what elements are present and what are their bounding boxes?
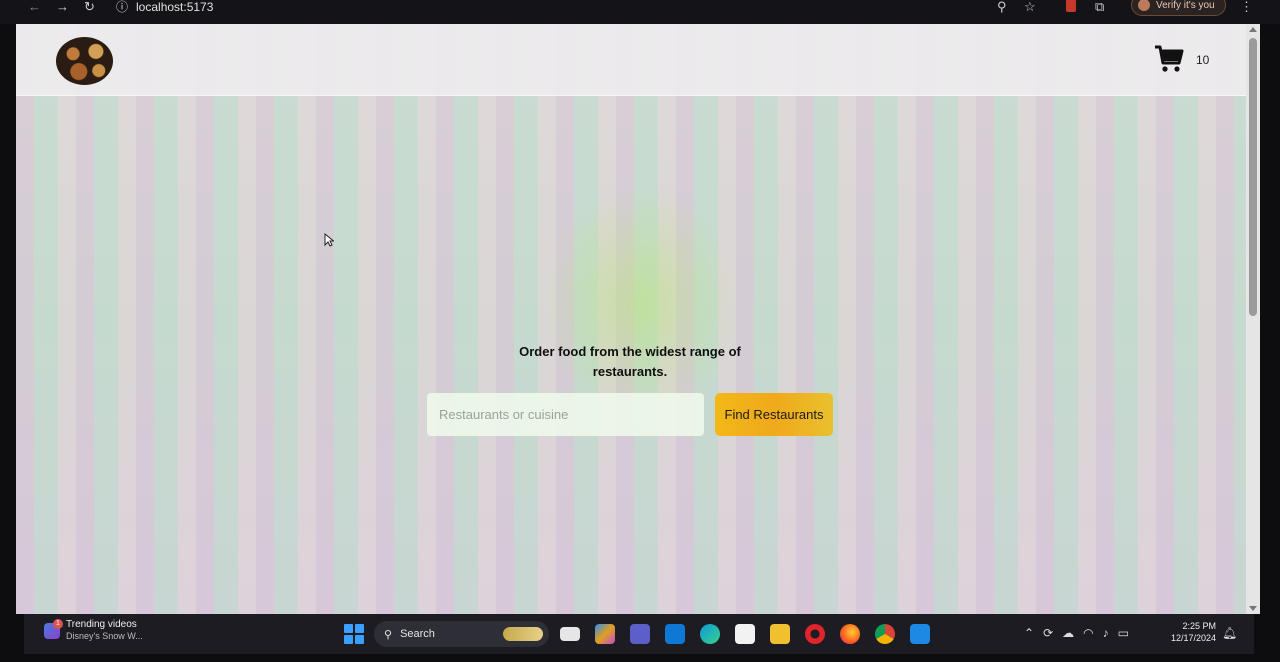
news-widget-icon: 1	[44, 618, 63, 639]
extension-icon[interactable]	[1066, 0, 1076, 12]
hero-heading: Order food from the widest range of rest…	[519, 344, 741, 379]
taskbar: 1 Trending videos Disney's Snow W... ⚲ S…	[24, 614, 1254, 654]
address-bar[interactable]: ⓘ localhost:5173	[116, 0, 213, 14]
find-restaurants-button[interactable]: Find Restaurants	[715, 393, 833, 436]
bookmark-star-icon[interactable]: ☆	[1024, 0, 1036, 14]
copilot-icon[interactable]	[595, 624, 615, 644]
verify-label: Verify it's you	[1156, 0, 1215, 11]
store-icon[interactable]	[735, 624, 755, 644]
scroll-up-icon[interactable]	[1249, 27, 1257, 32]
news-widget[interactable]: 1 Trending videos Disney's Snow W...	[44, 618, 143, 642]
mouse-pointer-icon	[324, 233, 334, 247]
chrome-icon[interactable]	[875, 624, 895, 644]
windows-start-icon[interactable]	[344, 624, 364, 644]
volume-icon[interactable]: ♪	[1103, 626, 1109, 640]
battery-icon[interactable]: ▭	[1118, 626, 1129, 640]
news-badge: 1	[53, 618, 63, 629]
scroll-down-icon[interactable]	[1249, 606, 1257, 611]
news-subtitle: Disney's Snow W...	[66, 631, 143, 641]
news-title: Trending videos	[66, 619, 137, 630]
browser-menu-icon[interactable]: ⋮	[1240, 0, 1253, 14]
back-icon[interactable]: ←	[28, 0, 41, 14]
teams-icon[interactable]	[630, 624, 650, 644]
verify-profile-button[interactable]: Verify it's you	[1131, 0, 1226, 16]
wifi-icon[interactable]: ◠	[1083, 626, 1093, 640]
outlook-icon[interactable]	[665, 624, 685, 644]
cart-icon[interactable]	[1154, 44, 1184, 74]
notification-bell-icon[interactable]: 🔔︎	[1222, 626, 1237, 640]
profile-avatar-icon	[1138, 0, 1150, 11]
page-scrollbar[interactable]	[1246, 24, 1260, 614]
sync-icon[interactable]: ⟳	[1043, 626, 1053, 640]
restaurant-search-input[interactable]	[427, 393, 704, 436]
extensions-puzzle-icon[interactable]: ⧉	[1095, 0, 1104, 14]
clock-time: 2:25 PM	[1182, 621, 1216, 631]
site-navbar: 10	[16, 24, 1246, 96]
edge-icon[interactable]	[700, 624, 720, 644]
file-explorer-icon[interactable]	[560, 627, 580, 641]
taskbar-search-label: Search	[400, 628, 435, 640]
address-url: localhost:5173	[136, 0, 214, 14]
folder-icon[interactable]	[770, 624, 790, 644]
site-info-icon[interactable]: ⓘ	[116, 0, 128, 14]
search-icon: ⚲	[384, 628, 393, 641]
clock-date: 12/17/2024	[1170, 633, 1216, 643]
tray-overflow-icon[interactable]: ⌃	[1024, 626, 1034, 640]
reload-icon[interactable]: ↻	[84, 0, 95, 14]
cloud-off-icon[interactable]: ☁	[1062, 626, 1074, 640]
taskbar-clock[interactable]: 2:25 PM 12/17/2024	[1162, 620, 1216, 644]
cart-count: 10	[1196, 53, 1210, 67]
search-highlight-icon	[503, 627, 543, 641]
opera-icon[interactable]	[805, 624, 825, 644]
forward-icon[interactable]: →	[56, 0, 69, 14]
browser-toolbar: ← → ↻ ⓘ localhost:5173 ⚲ ☆ ⧉ Verify it's…	[0, 0, 1280, 24]
page-viewport: 10 Order food from the widest range of r…	[16, 24, 1260, 614]
system-tray: ⌃ ⟳ ☁ ◠ ♪ ▭	[1024, 626, 1129, 640]
site-logo[interactable]	[56, 37, 113, 85]
taskbar-search[interactable]: ⚲ Search	[374, 621, 549, 647]
firefox-icon[interactable]	[840, 624, 860, 644]
zoom-icon[interactable]: ⚲	[997, 0, 1007, 14]
vscode-icon[interactable]	[910, 624, 930, 644]
scrollbar-thumb[interactable]	[1249, 38, 1257, 316]
